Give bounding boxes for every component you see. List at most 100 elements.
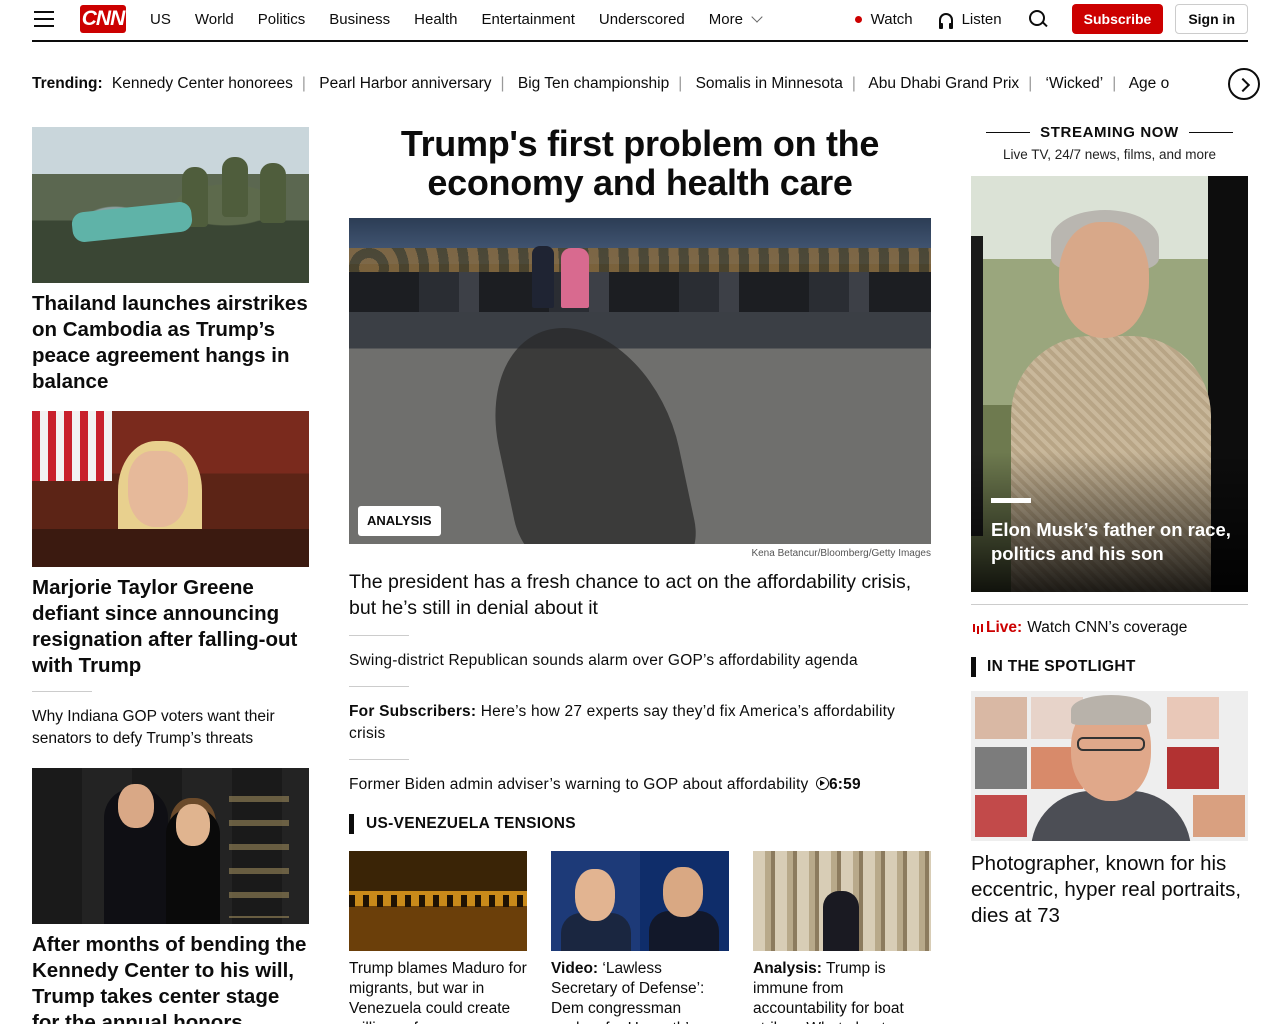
photo-face: [575, 869, 615, 921]
photo-tile: [1167, 747, 1219, 789]
story-headline[interactable]: Marjorie Taylor Greene defiant since ann…: [32, 575, 309, 679]
trending-item[interactable]: Kennedy Center honorees: [112, 75, 293, 92]
streaming-heading: STREAMING NOW: [971, 124, 1248, 141]
photo-tile: [975, 697, 1027, 739]
related-link[interactable]: Swing-district Republican sounds alarm o…: [349, 650, 931, 672]
story-card[interactable]: Trump blames Maduro for migrants, but wa…: [349, 851, 527, 1024]
chevron-down-icon: [751, 11, 763, 23]
story-headline[interactable]: Photographer, known for his eccentric, h…: [971, 851, 1248, 929]
center-column: Trump's first problem on the economy and…: [349, 124, 931, 1024]
photo-desk: [32, 529, 309, 567]
lead-description[interactable]: The president has a fresh chance to act …: [349, 569, 931, 621]
main-nav: US World Politics Business Health Entert…: [150, 0, 785, 38]
trending-item[interactable]: Big Ten championship: [518, 75, 669, 92]
nav-business[interactable]: Business: [329, 11, 390, 28]
play-icon: [815, 777, 829, 790]
nav-more-label: More: [708, 10, 743, 28]
header-tools: Watch Listen Subscribe Sign in: [854, 0, 1248, 38]
spotlight-photo[interactable]: [971, 691, 1248, 841]
live-label: Live:: [986, 619, 1023, 636]
photo-face: [118, 784, 154, 828]
photo-figure: [532, 246, 554, 308]
lead-headline[interactable]: Trump's first problem on the economy and…: [349, 124, 931, 202]
site-header: CNN US World Politics Business Health En…: [32, 0, 1248, 42]
streaming-title: STREAMING NOW: [1040, 124, 1179, 141]
trending-label: Trending:: [32, 75, 103, 92]
live-coverage-link[interactable]: Live: Watch CNN’s coverage: [971, 619, 1248, 637]
photo-backdrop: [229, 778, 289, 918]
video-link-text: Former Biden admin adviser’s warning to …: [349, 776, 809, 793]
photo-figure: [222, 157, 248, 217]
thailand-photo[interactable]: [32, 127, 309, 283]
lead-photo[interactable]: ANALYSIS: [349, 218, 931, 544]
kennedy-center-photo[interactable]: [32, 768, 309, 924]
photo-credit: Kena Betancur/Bloomberg/Getty Images: [751, 548, 931, 559]
story-headline[interactable]: After months of bending the Kennedy Cent…: [32, 932, 309, 1024]
divider: [349, 635, 409, 636]
cnn-logo[interactable]: CNN: [80, 5, 126, 33]
subscribe-button[interactable]: Subscribe: [1071, 4, 1164, 34]
related-link[interactable]: For Subscribers: Here’s how 27 experts s…: [349, 701, 931, 745]
divider: [349, 759, 409, 760]
card-thumbnail: [753, 851, 931, 951]
chevron-right-icon[interactable]: [1228, 68, 1260, 100]
heading-rule: [1188, 132, 1233, 133]
trending-item[interactable]: Pearl Harbor anniversary: [319, 75, 491, 92]
divider: [349, 686, 409, 687]
heading-rule: [986, 132, 1031, 133]
headphones-icon: [938, 12, 953, 29]
divider: [971, 604, 1248, 605]
streaming-story-title: Elon Musk’s father on race, politics and…: [991, 519, 1231, 564]
video-link[interactable]: Former Biden admin adviser’s warning to …: [349, 774, 931, 796]
card-text: Trump blames Maduro for migrants, but wa…: [349, 960, 527, 1024]
live-text: Watch CNN’s coverage: [1027, 619, 1188, 636]
section-heading[interactable]: IN THE SPOTLIGHT: [971, 657, 1248, 677]
card-accent-bar: [991, 498, 1031, 503]
nav-entertainment[interactable]: Entertainment: [482, 11, 575, 28]
nav-us[interactable]: US: [150, 11, 171, 28]
trending-separator: |: [678, 75, 683, 92]
nav-health[interactable]: Health: [414, 11, 457, 28]
trending-item[interactable]: ‘Wicked’: [1046, 75, 1104, 92]
photo-face: [1059, 222, 1149, 338]
trending-separator: |: [851, 75, 856, 92]
nav-more[interactable]: More: [708, 10, 763, 28]
search-icon[interactable]: [1028, 9, 1048, 29]
nav-world[interactable]: World: [195, 11, 234, 28]
video-duration: 6:59: [828, 776, 861, 793]
analysis-badge: ANALYSIS: [358, 506, 441, 536]
section-heading[interactable]: US-VENEZUELA TENSIONS: [349, 814, 931, 834]
story-card[interactable]: Analysis: Trump is immune from accountab…: [753, 851, 931, 1024]
streaming-subtitle: Live TV, 24/7 news, films, and more: [1002, 147, 1217, 162]
card-headline: Analysis: Trump is immune from accountab…: [753, 959, 931, 1024]
trending-separator: |: [1112, 75, 1117, 92]
related-link[interactable]: Why Indiana GOP voters want their senato…: [32, 706, 309, 750]
card-thumbnail: [551, 851, 729, 951]
photo-figure: [561, 248, 589, 308]
trending-item[interactable]: Abu Dhabi Grand Prix: [868, 75, 1019, 92]
subscribers-prefix: For Subscribers:: [349, 703, 477, 720]
photo-face: [128, 451, 188, 527]
card-headline: Video: ‘Lawless Secretary of Defense’: D…: [551, 959, 729, 1024]
greene-photo[interactable]: [32, 411, 309, 567]
listen-link[interactable]: Listen: [938, 11, 1002, 29]
story-headline[interactable]: Thailand launches airstrikes on Cambodia…: [32, 291, 309, 395]
nav-underscored[interactable]: Underscored: [599, 11, 685, 28]
nav-politics[interactable]: Politics: [258, 11, 306, 28]
trending-item[interactable]: Age o: [1129, 75, 1170, 92]
streaming-card[interactable]: Elon Musk’s father on race, politics and…: [971, 176, 1248, 592]
photo-tile: [975, 747, 1027, 789]
signin-button[interactable]: Sign in: [1175, 4, 1248, 34]
menu-icon[interactable]: [34, 11, 54, 27]
photo-tile: [1193, 795, 1245, 837]
photo-cars: [349, 272, 931, 312]
card-thumbnail: [349, 851, 527, 951]
trending-item[interactable]: Somalis in Minnesota: [696, 75, 843, 92]
story-card[interactable]: Video: ‘Lawless Secretary of Defense’: D…: [551, 851, 729, 1024]
photo-stretcher: [70, 200, 194, 244]
section-cards: Trump blames Maduro for migrants, but wa…: [349, 851, 931, 1024]
watch-link[interactable]: Watch: [854, 10, 913, 28]
photo-figure: [260, 163, 286, 223]
watch-label: Watch: [870, 10, 913, 28]
left-column: Thailand launches airstrikes on Cambodia…: [32, 127, 309, 1024]
